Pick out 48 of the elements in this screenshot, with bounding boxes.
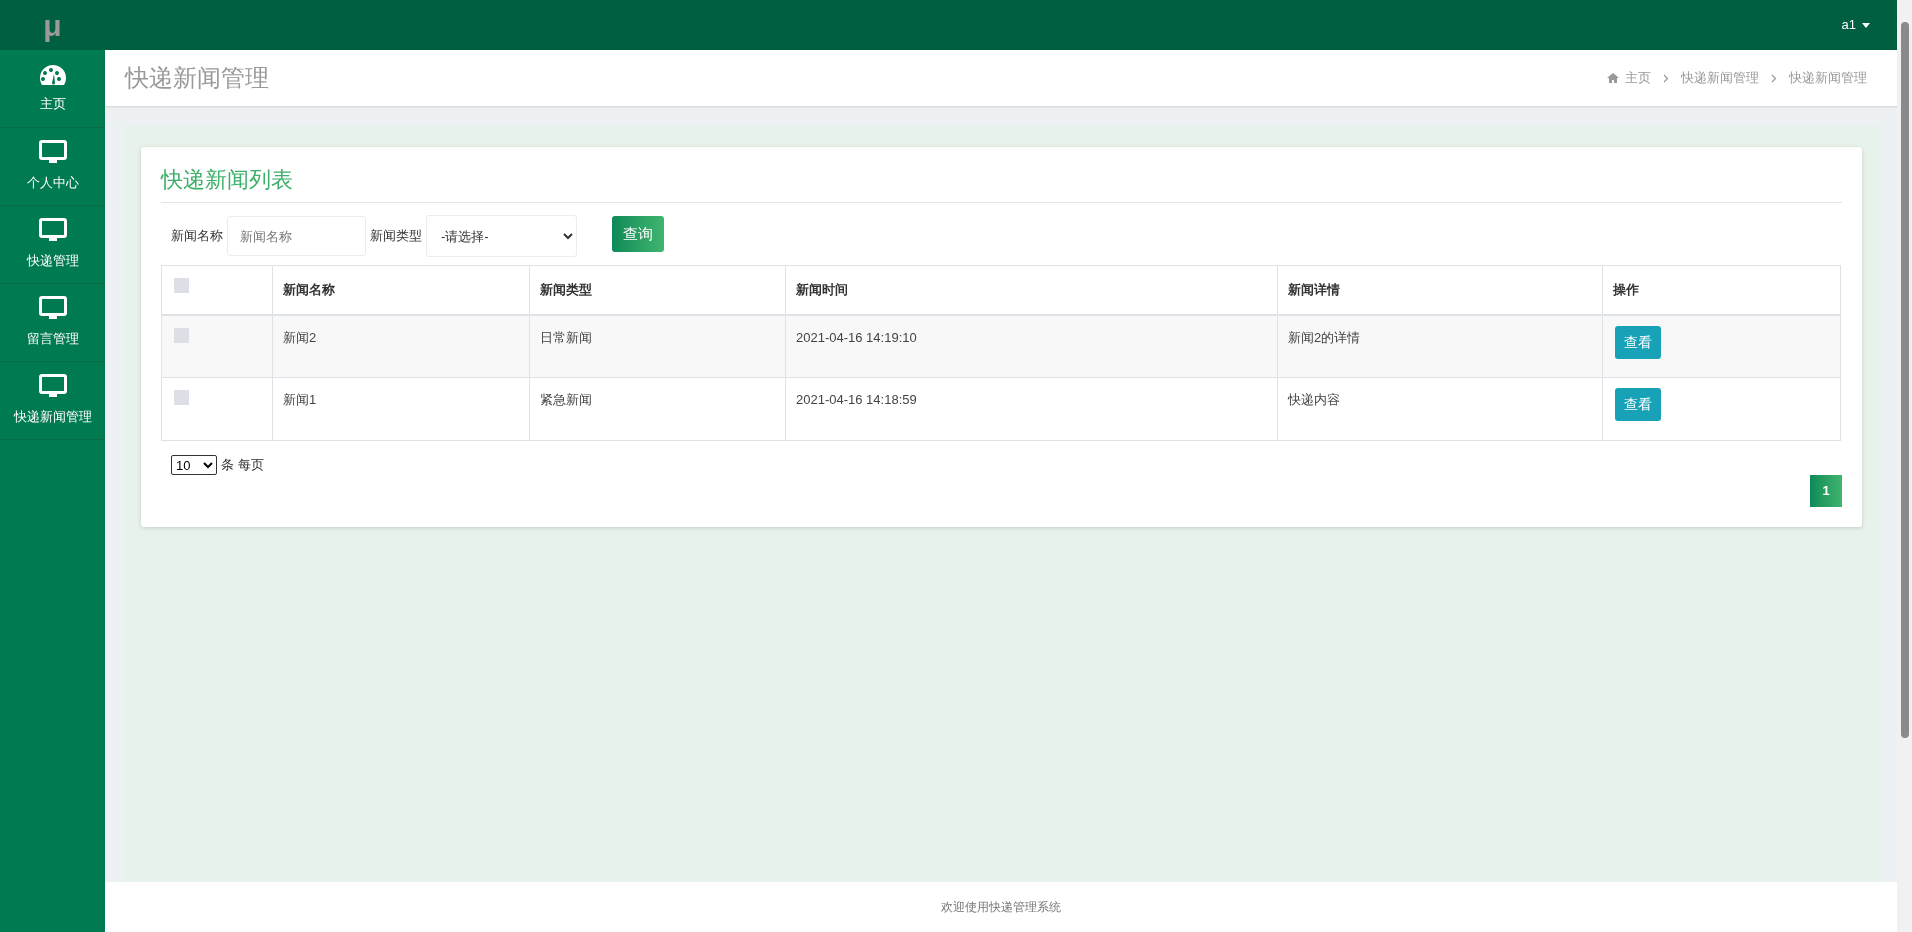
page-size-label: 条 每页 xyxy=(221,456,264,475)
table-cell: 快递内容 xyxy=(1288,392,1340,407)
sidebar-item[interactable]: 快递管理 xyxy=(0,206,105,284)
column-header: 新闻时间 xyxy=(796,282,848,297)
checkbox[interactable] xyxy=(174,278,189,293)
checkbox[interactable] xyxy=(174,390,189,405)
checkbox[interactable] xyxy=(174,327,189,343)
breadcrumb-link[interactable]: 快递新闻管理 xyxy=(1681,68,1759,88)
column-header: 新闻详情 xyxy=(1288,282,1340,297)
search-field[interactable]: 新闻名称 xyxy=(227,216,366,256)
card-title: 快递新闻列表 xyxy=(161,166,294,194)
monitor-icon xyxy=(38,374,67,400)
page-button[interactable]: 1 xyxy=(1810,475,1842,507)
table-cell: 新闻1 xyxy=(283,392,317,407)
footer-text: 欢迎使用快递管理系统 xyxy=(941,899,1061,916)
breadcrumb-link[interactable]: 快递新闻管理 xyxy=(1789,68,1867,88)
user-menu[interactable]: a1 xyxy=(1841,15,1870,35)
table-cell: 2021-04-16 14:18:59 xyxy=(796,392,917,407)
table-cell: 2021-04-16 14:19:10 xyxy=(796,329,917,345)
scrollbar-thumb[interactable] xyxy=(1900,22,1909,738)
table-cell: 紧急新闻 xyxy=(540,392,592,407)
column-header: 新闻名称 xyxy=(283,282,335,297)
dashboard-icon xyxy=(38,63,67,86)
table-cell: 新闻2的详情 xyxy=(1288,329,1361,345)
monitor-icon xyxy=(38,140,67,166)
column-header: 新闻类型 xyxy=(540,282,592,297)
sidebar-item[interactable]: 快递新闻管理 xyxy=(0,362,105,440)
chevron-icon xyxy=(1663,73,1669,83)
breadcrumb-link[interactable]: 主页 xyxy=(1607,68,1651,88)
logo: μ xyxy=(43,7,62,44)
home-icon xyxy=(1607,73,1619,83)
sidebar-item[interactable]: 个人中心 xyxy=(0,128,105,206)
monitor-icon xyxy=(38,218,67,244)
type-dropdown[interactable]: -请选择- xyxy=(426,215,577,257)
filter-label: 新闻类型 xyxy=(370,227,422,246)
page-title: 快递新闻管理 xyxy=(125,63,269,93)
column-header: 操作 xyxy=(1613,282,1639,297)
caret-icon xyxy=(1862,22,1870,28)
sidebar-item[interactable]: 留言管理 xyxy=(0,284,105,362)
page-size-dropdown[interactable]: 10 xyxy=(171,455,217,475)
table-cell: 新闻2 xyxy=(283,329,317,345)
filter-label: 新闻名称 xyxy=(171,227,223,246)
table-cell: 日常新闻 xyxy=(540,329,592,345)
search-button[interactable]: 查询 xyxy=(612,216,664,252)
view-button[interactable]: 查看 xyxy=(1615,388,1661,421)
chevron-icon xyxy=(1771,73,1777,83)
monitor-icon xyxy=(38,296,67,322)
view-button[interactable]: 查看 xyxy=(1615,325,1661,359)
